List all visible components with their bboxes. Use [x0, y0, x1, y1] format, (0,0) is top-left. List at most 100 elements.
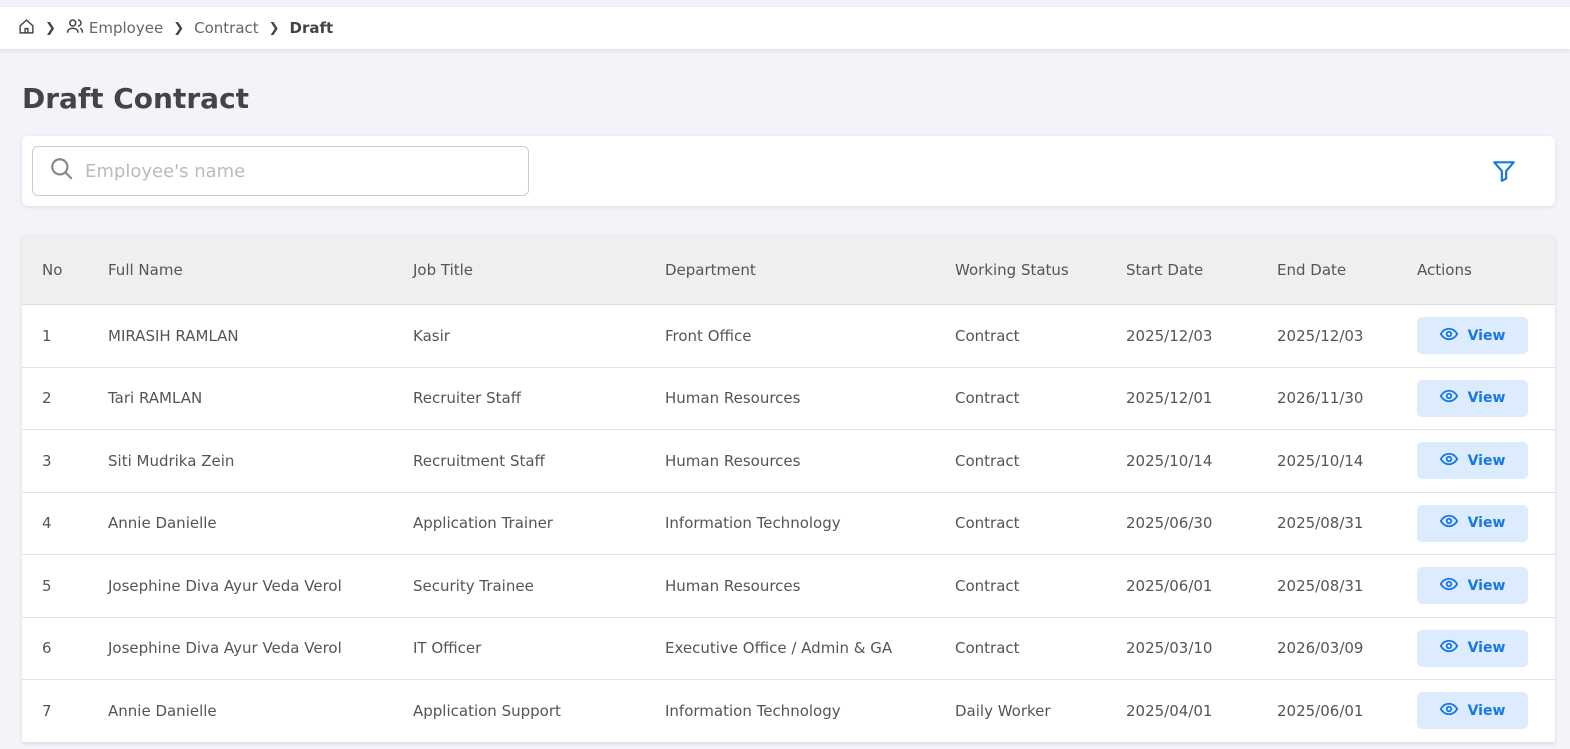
- job-title: Security Trainee: [413, 576, 534, 595]
- header-job-title: Job Title: [413, 261, 474, 279]
- job-title: Application Trainer: [413, 514, 553, 533]
- view-label: View: [1467, 515, 1506, 532]
- header-end-date: End Date: [1277, 261, 1347, 279]
- department: Human Resources: [665, 576, 801, 595]
- view-button[interactable]: View: [1417, 629, 1528, 667]
- start-date: 2025/04/01: [1126, 701, 1213, 720]
- actions-cell: View: [1417, 692, 1528, 730]
- breadcrumb-employee[interactable]: Employee: [89, 19, 163, 37]
- row-no: 3: [42, 451, 52, 470]
- header-working-status: Working Status: [955, 261, 1069, 279]
- header-start-date: Start Date: [1126, 261, 1204, 279]
- start-date: 2025/06/30: [1126, 514, 1213, 533]
- actions-cell: View: [1417, 317, 1528, 355]
- header-actions: Actions: [1417, 261, 1472, 279]
- actions-cell: View: [1417, 629, 1528, 667]
- full-name: Siti Mudrika Zein: [108, 451, 235, 470]
- eye-icon: [1439, 452, 1458, 470]
- draft-contract-table: No Full Name Job Title Department Workin…: [22, 236, 1555, 743]
- job-title: Kasir: [413, 326, 450, 345]
- actions-cell: View: [1417, 379, 1528, 417]
- end-date: 2026/11/30: [1277, 389, 1364, 408]
- eye-icon: [1439, 577, 1458, 595]
- search-icon: [49, 156, 75, 186]
- row-no: 2: [42, 389, 52, 408]
- home-icon[interactable]: [18, 18, 35, 39]
- table-row: 6 Josephine Diva Ayur Veda Verol IT Office…: [22, 618, 1555, 680]
- full-name: Josephine Diva Ayur Veda Verol: [108, 576, 342, 595]
- view-button[interactable]: View: [1417, 379, 1528, 417]
- page-title: Draft Contract: [22, 82, 250, 115]
- working-status: Contract: [955, 451, 1020, 470]
- end-date: 2025/12/03: [1277, 326, 1364, 345]
- eye-icon: [1439, 514, 1458, 532]
- eye-icon: [1439, 327, 1458, 345]
- job-title: Recruitment Staff: [413, 451, 545, 470]
- view-button[interactable]: View: [1417, 317, 1528, 355]
- header-full-name: Full Name: [108, 261, 183, 279]
- job-title: Application Support: [413, 701, 561, 720]
- chevron-right-icon: ❯: [45, 20, 56, 36]
- end-date: 2025/08/31: [1277, 576, 1364, 595]
- search-input[interactable]: [85, 160, 505, 182]
- filter-icon[interactable]: [1491, 158, 1517, 188]
- full-name: Annie Danielle: [108, 514, 217, 533]
- end-date: 2026/03/09: [1277, 639, 1364, 658]
- start-date: 2025/12/03: [1126, 326, 1213, 345]
- department: Executive Office / Admin & GA: [665, 639, 893, 658]
- view-button[interactable]: View: [1417, 692, 1528, 730]
- table-row: 1 MIRASIH RAMLAN Kasir Front Office Contract…: [22, 305, 1555, 368]
- row-no: 4: [42, 514, 52, 533]
- table-row: 2 Tari RAMLAN Recruiter Staff Human Resourc…: [22, 368, 1555, 430]
- department: Information Technology: [665, 514, 841, 533]
- department: Human Resources: [665, 389, 801, 408]
- view-button[interactable]: View: [1417, 567, 1528, 605]
- breadcrumb: ❯ Employee ❯ Contract ❯ Draft: [0, 6, 1570, 49]
- full-name: Josephine Diva Ayur Veda Verol: [108, 639, 342, 658]
- actions-cell: View: [1417, 442, 1528, 480]
- department: Information Technology: [665, 701, 841, 720]
- view-button[interactable]: View: [1417, 442, 1528, 480]
- eye-icon: [1439, 389, 1458, 407]
- end-date: 2025/10/14: [1277, 451, 1364, 470]
- view-label: View: [1467, 640, 1506, 657]
- start-date: 2025/10/14: [1126, 451, 1213, 470]
- view-label: View: [1467, 390, 1506, 407]
- table-row: 7 Annie Danielle Application Support Inform…: [22, 680, 1555, 743]
- actions-cell: View: [1417, 504, 1528, 542]
- breadcrumb-contract[interactable]: Contract: [194, 19, 259, 37]
- chevron-right-icon: ❯: [268, 20, 280, 36]
- start-date: 2025/03/10: [1126, 639, 1213, 658]
- view-button[interactable]: View: [1417, 504, 1528, 542]
- full-name: MIRASIH RAMLAN: [108, 326, 239, 345]
- full-name: Tari RAMLAN: [108, 389, 203, 408]
- row-no: 6: [42, 639, 52, 658]
- view-label: View: [1467, 452, 1506, 469]
- working-status: Contract: [955, 639, 1020, 658]
- start-date: 2025/12/01: [1126, 389, 1213, 408]
- job-title: Recruiter Staff: [413, 389, 522, 408]
- search-panel: [22, 136, 1555, 206]
- working-status: Contract: [955, 389, 1020, 408]
- search-field[interactable]: [32, 146, 529, 196]
- table-row: 5 Josephine Diva Ayur Veda Verol Security …: [22, 555, 1555, 618]
- working-status: Daily Worker: [955, 701, 1051, 720]
- working-status: Contract: [955, 514, 1020, 533]
- view-label: View: [1467, 702, 1506, 719]
- chevron-right-icon: ❯: [173, 20, 185, 36]
- row-no: 1: [42, 326, 52, 345]
- start-date: 2025/06/01: [1126, 576, 1213, 595]
- job-title: IT Officer: [413, 639, 482, 658]
- table-header: No Full Name Job Title Department Workin…: [22, 236, 1555, 305]
- users-icon: [66, 17, 84, 39]
- department: Front Office: [665, 326, 752, 345]
- header-no: No: [42, 261, 63, 279]
- actions-cell: View: [1417, 567, 1528, 605]
- header-department: Department: [665, 261, 756, 279]
- row-no: 7: [42, 701, 52, 720]
- breadcrumb-current: Draft: [289, 19, 334, 37]
- table-row: 4 Annie Danielle Application Trainer Inform…: [22, 493, 1555, 555]
- working-status: Contract: [955, 576, 1020, 595]
- eye-icon: [1439, 639, 1458, 657]
- view-label: View: [1467, 577, 1506, 594]
